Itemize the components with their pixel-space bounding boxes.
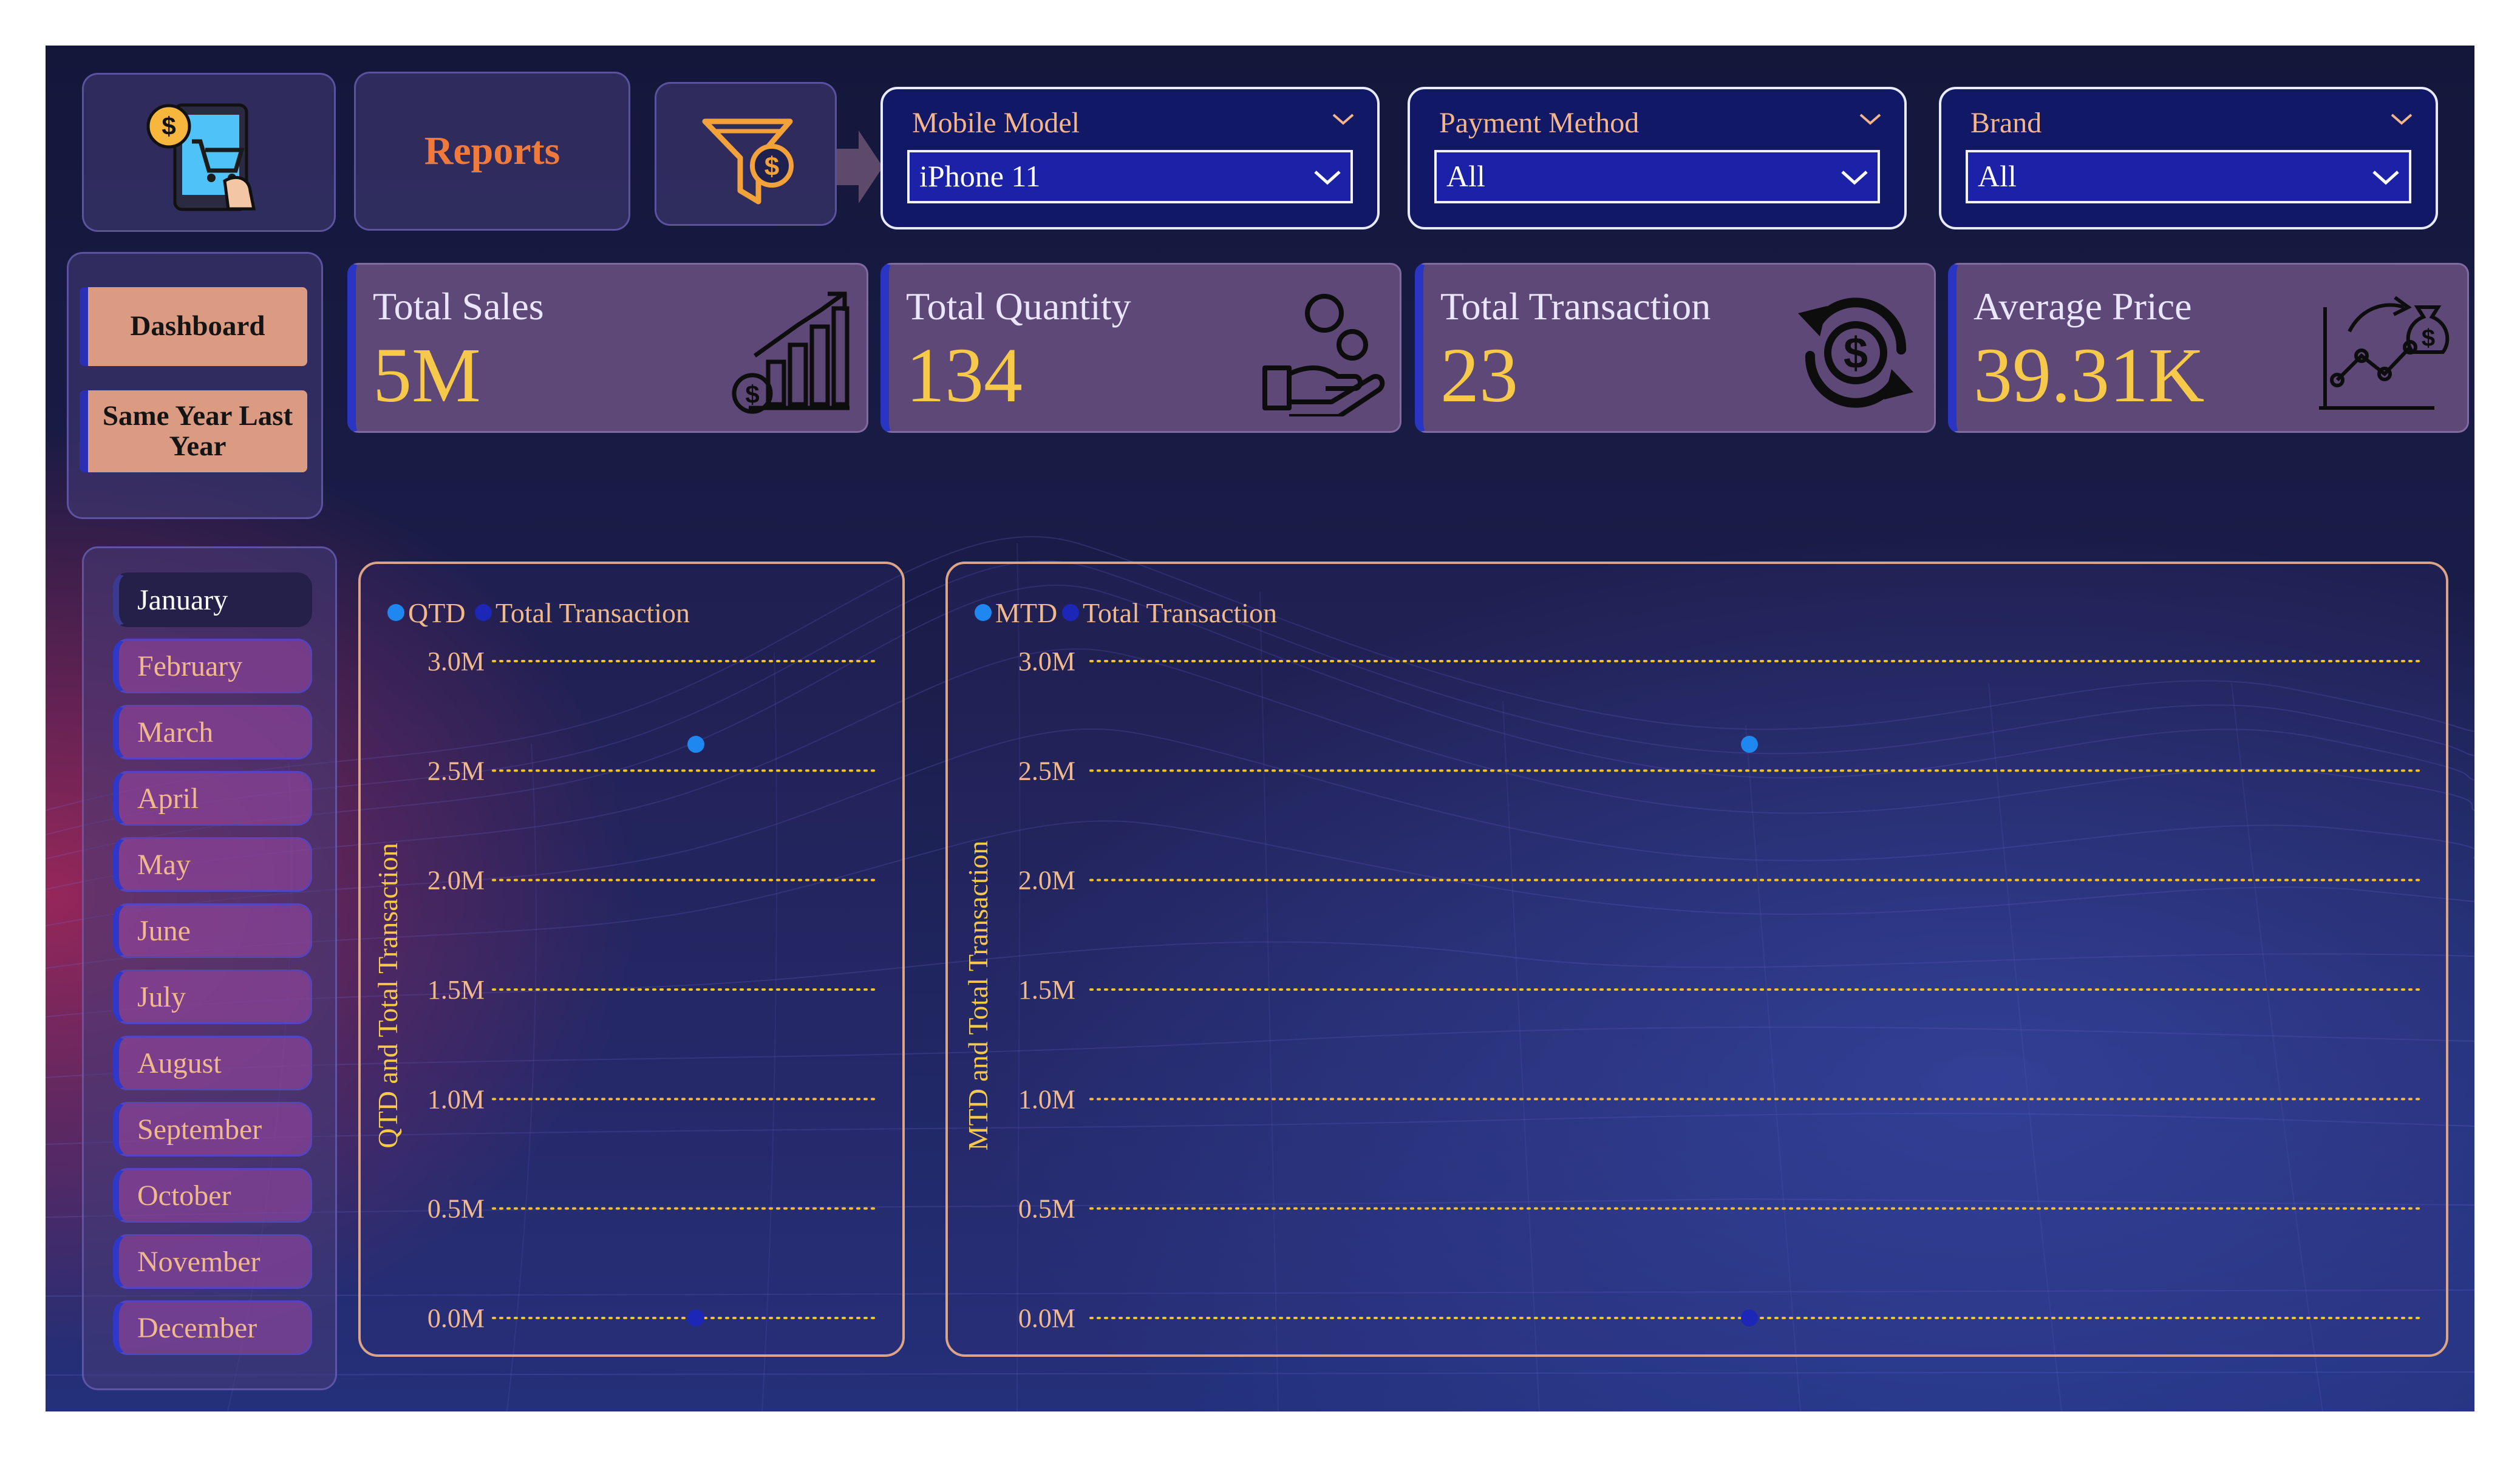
dashboard-button[interactable]: Dashboard bbox=[80, 287, 307, 366]
kpi-value: 5M bbox=[373, 332, 481, 418]
same-year-last-year-button[interactable]: Same Year Last Year bbox=[80, 390, 307, 472]
slicer-title: Payment Method bbox=[1439, 107, 1640, 139]
kpi-label: Total Sales bbox=[373, 285, 544, 328]
kpi-value: 39.31K bbox=[1973, 332, 2205, 418]
app-logo: $ bbox=[82, 73, 336, 232]
y-tick-label: 3.0M bbox=[1018, 647, 1075, 676]
month-button-february[interactable]: February bbox=[113, 639, 312, 693]
mtd-chart-panel: MTD Total Transaction 0.0M 0.5M 1.0M 1.5M 2.0M… bbox=[945, 562, 2448, 1357]
dropdown-value: All bbox=[1978, 159, 2017, 193]
kpi-card-total-quantity: Total Quantity 134 bbox=[880, 263, 1401, 433]
reports-button[interactable]: Reports bbox=[354, 72, 630, 231]
svg-text:$: $ bbox=[765, 152, 779, 182]
month-button-april[interactable]: April bbox=[113, 771, 312, 826]
month-slicer: January February March April May June July Augu… bbox=[82, 546, 337, 1390]
legend-marker-0 bbox=[387, 604, 404, 621]
money-bag-chart-icon: $ bbox=[2319, 296, 2450, 410]
legend-marker-0 bbox=[975, 604, 992, 621]
payment-method-dropdown[interactable]: All bbox=[1434, 150, 1880, 203]
month-button-september[interactable]: September bbox=[113, 1102, 312, 1156]
chevron-down-icon bbox=[2372, 171, 2399, 185]
y-tick-label: 2.5M bbox=[427, 756, 485, 786]
dropdown-value: iPhone 11 bbox=[919, 159, 1041, 193]
y-tick-label: 0.5M bbox=[427, 1194, 485, 1224]
month-button-december[interactable]: December bbox=[113, 1300, 312, 1355]
dollar-cycle-icon: $ bbox=[1798, 297, 1913, 408]
y-tick-label: 2.0M bbox=[1018, 866, 1075, 895]
qtd-chart: QTD Total Transaction 0.0M 0.5M 1.0M 1.5M 2.0M… bbox=[372, 597, 878, 1333]
kpi-card-total-transaction: Total Transaction 23 $ bbox=[1415, 263, 1936, 433]
bar-chart-growth-icon: $ bbox=[732, 291, 850, 414]
legend-label: MTD bbox=[995, 597, 1057, 628]
svg-text:$: $ bbox=[745, 380, 759, 409]
svg-text:$: $ bbox=[162, 112, 175, 140]
y-tick-label: 0.5M bbox=[1018, 1194, 1075, 1224]
kpi-label: Total Transaction bbox=[1440, 285, 1711, 328]
filter-dollar-icon: $ bbox=[702, 118, 794, 205]
mobile-model-dropdown[interactable]: iPhone 11 bbox=[907, 150, 1353, 203]
mtd-chart: MTD Total Transaction 0.0M 0.5M 1.0M 1.5M 2.0M… bbox=[962, 597, 2422, 1333]
legend-label: QTD bbox=[408, 597, 466, 628]
month-button-july[interactable]: July bbox=[113, 970, 312, 1024]
data-point-mtd bbox=[1741, 736, 1758, 753]
page-navigation: Dashboard Same Year Last Year bbox=[67, 252, 323, 519]
legend-marker-1 bbox=[1062, 604, 1079, 621]
y-tick-label: 2.0M bbox=[427, 866, 485, 895]
y-tick-label: 1.0M bbox=[427, 1084, 485, 1114]
y-tick-label: 1.5M bbox=[1018, 975, 1075, 1005]
y-axis-title: MTD and Total Transaction bbox=[962, 841, 993, 1151]
chevron-down-icon bbox=[1314, 171, 1341, 185]
slicer-payment-method: Payment Method All bbox=[1408, 87, 1907, 229]
qtd-chart-panel: QTD Total Transaction 0.0M 0.5M 1.0M 1.5M 2.0M… bbox=[358, 562, 905, 1357]
y-tick-label: 0.0M bbox=[427, 1303, 485, 1333]
month-button-november[interactable]: November bbox=[113, 1234, 312, 1289]
y-tick-label: 1.5M bbox=[427, 975, 485, 1005]
slicer-brand: Brand All bbox=[1939, 87, 2438, 229]
y-tick-label: 2.5M bbox=[1018, 756, 1075, 786]
brand-dropdown[interactable]: All bbox=[1966, 150, 2411, 203]
hand-coins-icon bbox=[1262, 294, 1385, 416]
dashboard-canvas: $ Reports $ Mobile Model iPhone 11 Payme… bbox=[46, 46, 2474, 1411]
chevron-down-icon[interactable] bbox=[1858, 112, 1882, 127]
svg-text:$: $ bbox=[1844, 329, 1868, 378]
kpi-card-average-price: Average Price 39.31K $ bbox=[1948, 263, 2469, 433]
slicer-mobile-model: Mobile Model iPhone 11 bbox=[880, 87, 1380, 229]
slicer-title: Brand bbox=[1970, 107, 2042, 139]
data-point-total-transaction bbox=[687, 1309, 704, 1326]
chevron-down-icon[interactable] bbox=[2389, 112, 2414, 127]
slicer-title: Mobile Model bbox=[912, 107, 1080, 139]
legend-label: Total Transaction bbox=[495, 597, 690, 628]
month-button-january[interactable]: January bbox=[113, 572, 312, 627]
arrow-right-icon bbox=[837, 131, 883, 203]
dropdown-value: All bbox=[1446, 159, 1485, 193]
month-button-may[interactable]: May bbox=[113, 837, 312, 892]
y-tick-label: 0.0M bbox=[1018, 1303, 1075, 1333]
mobile-shopping-dollar-icon: $ bbox=[146, 103, 256, 211]
month-button-october[interactable]: October bbox=[113, 1168, 312, 1223]
month-button-june[interactable]: June bbox=[113, 903, 312, 958]
legend-marker-1 bbox=[475, 604, 492, 621]
month-button-march[interactable]: March bbox=[113, 705, 312, 759]
chevron-down-icon[interactable] bbox=[1331, 112, 1355, 127]
kpi-label: Average Price bbox=[1973, 285, 2192, 328]
kpi-label: Total Quantity bbox=[906, 285, 1131, 328]
y-tick-label: 1.0M bbox=[1018, 1084, 1075, 1114]
svg-text:$: $ bbox=[2422, 325, 2435, 352]
kpi-value: 134 bbox=[906, 332, 1023, 418]
month-button-august[interactable]: August bbox=[113, 1036, 312, 1090]
kpi-value: 23 bbox=[1440, 332, 1518, 418]
legend-label: Total Transaction bbox=[1083, 597, 1277, 628]
filter-button[interactable]: $ bbox=[655, 82, 837, 226]
data-point-qtd bbox=[687, 736, 704, 753]
y-axis-title: QTD and Total Transaction bbox=[372, 843, 403, 1148]
kpi-card-total-sales: Total Sales 5M $ bbox=[347, 263, 868, 433]
y-tick-label: 3.0M bbox=[427, 647, 485, 676]
reports-label: Reports bbox=[424, 129, 560, 173]
chevron-down-icon bbox=[1841, 171, 1868, 185]
data-point-total-transaction bbox=[1741, 1309, 1758, 1326]
